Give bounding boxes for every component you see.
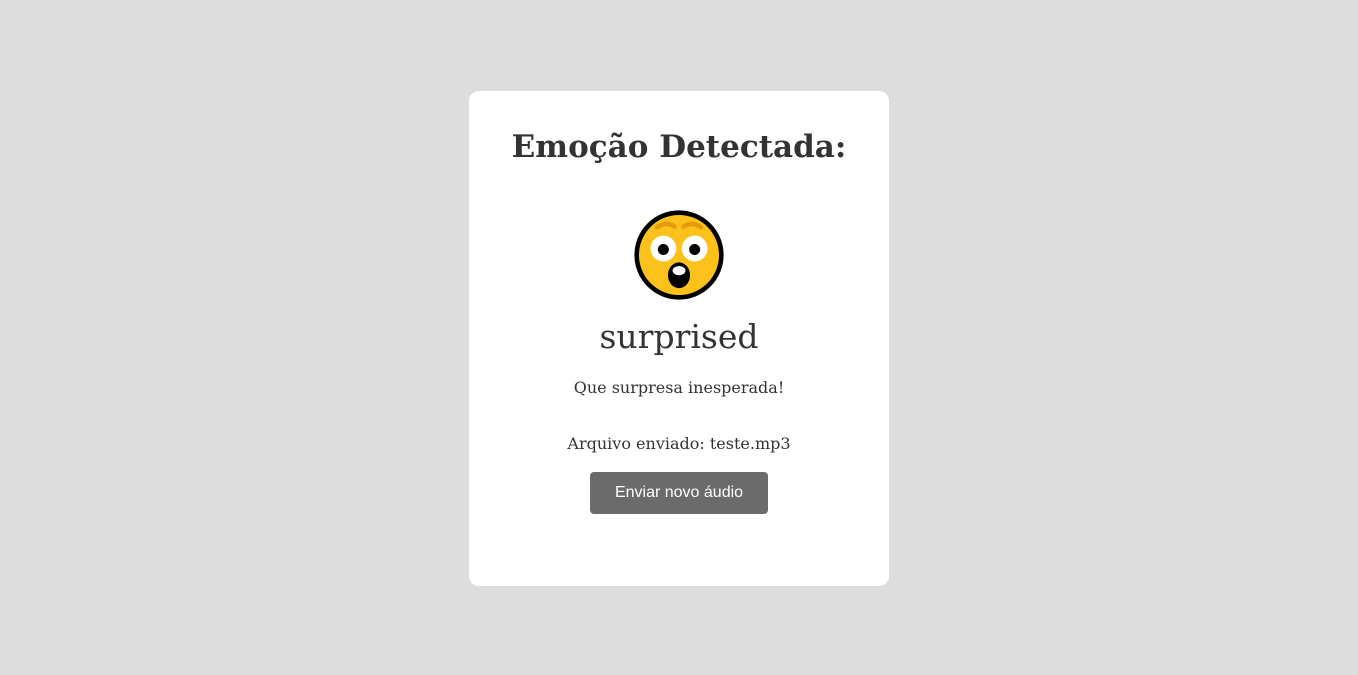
emotion-message: Que surpresa inesperada! bbox=[573, 378, 785, 397]
detected-emotion-label: surprised bbox=[599, 317, 759, 356]
send-new-audio-button[interactable]: Enviar novo áudio bbox=[590, 472, 768, 514]
uploaded-file-name: teste.mp3 bbox=[709, 434, 791, 453]
uploaded-file-info: Arquivo enviado: teste.mp3 bbox=[469, 433, 889, 455]
astonished-face-icon bbox=[633, 209, 725, 301]
uploaded-file-prefix: Arquivo enviado: bbox=[567, 434, 705, 453]
page-title: Emoção Detectada: bbox=[511, 129, 847, 165]
result-card: Emoção Detectada: surprised Que surpresa… bbox=[469, 91, 889, 586]
